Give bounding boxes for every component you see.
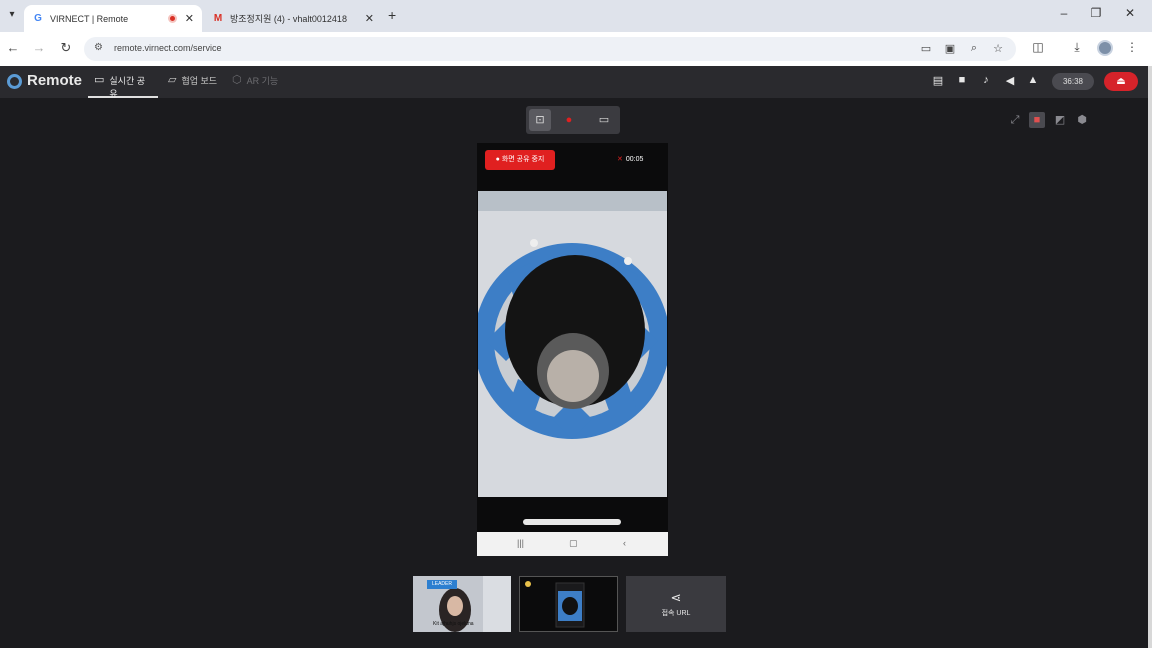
shared-screen-thumbnail[interactable] [519,576,618,632]
layers-icon[interactable]: ◩ [1052,112,1068,128]
minimize-button[interactable]: – [1054,6,1074,20]
tab-label: 실시간 공유 [109,76,146,99]
reload-icon[interactable]: ↻ [57,40,75,56]
close-window-button[interactable]: ✕ [1120,6,1140,20]
app-logo-text: Remote [27,72,83,89]
logo-icon [7,74,22,89]
phone-nav-bar: ||| ▢ ‹ [477,532,668,556]
stream-timer: ✕ 00:05 [617,155,643,163]
notification-bell-icon[interactable]: ▲ [1026,74,1040,86]
elapsed-text: 00:05 [625,156,644,163]
close-tab-icon[interactable]: ✕ [365,12,374,25]
board-icon: ▱ [168,74,177,86]
tab-title: 방조정지원 (4) - vhalt0012418 [230,14,347,24]
profile-avatar[interactable] [1097,40,1113,56]
shared-screen-preview [520,577,617,631]
back-icon[interactable]: ← [4,40,22,55]
google-icon: G [34,12,42,24]
browser-toolbar: ← → ↻ ⚙ remote.virnect.com/service ▭ ▣ ⌕… [0,32,1152,66]
screen-share-icon: ▭ [94,74,105,86]
browser-chrome: ▾ G VIRNECT | Remote ✕ M 방조정지원 (4) - vha… [0,0,1152,66]
tab-title: VIRNECT | Remote [50,13,129,24]
settings-icon[interactable]: ⬢ [1074,112,1090,128]
close-icon: ✕ [617,156,623,163]
tab-label: 협업 보드 [181,76,218,86]
camera-icon[interactable]: ▭ [918,42,934,55]
close-tab-icon[interactable]: ✕ [185,12,194,25]
camera-feed[interactable] [478,191,667,497]
forward-icon[interactable]: → [30,40,48,55]
restore-button[interactable]: ❐ [1086,6,1106,20]
new-tab-button[interactable]: + [388,7,396,23]
tab-gmail[interactable]: M 방조정지원 (4) - vhalt0012418 ✕ [204,5,382,32]
extensions-icon[interactable]: ◫ [1029,40,1047,54]
tab-search-icon[interactable]: ▾ [4,6,20,24]
address-bar[interactable]: ⚙ remote.virnect.com/service ▭ ▣ ⌕ ☆ [84,37,1016,61]
ar-icon: ⬡ [232,74,242,86]
share-icon: ⋖ [670,590,682,605]
capture-icon[interactable]: ▤ [931,74,945,87]
window-edge [1148,66,1152,648]
share-url-button[interactable]: ⋖ 접속 URL [626,576,726,632]
participant-thumbnail[interactable]: LEADER Kit ajhuhjs ojeluna [413,576,511,632]
fullscreen-icon[interactable]: ⤢ [1007,112,1023,128]
more-menu-icon[interactable]: ⋮ [1123,40,1141,54]
zoom-icon[interactable]: ⌕ [966,42,982,55]
view-mode-toggle: ⊡ ● ▭ [526,106,620,134]
pin-icon[interactable]: ● [558,109,580,131]
camera-image [478,191,667,497]
tab-ar-feature[interactable]: ⬡ AR 기능 [232,74,278,98]
participant-name: Kit ajhuhjs ojeluna [433,621,474,627]
record-icon[interactable]: ■ [1029,112,1045,128]
phone-home-indicator [523,519,621,525]
bookmark-star-icon[interactable]: ☆ [990,42,1006,55]
video-camera-icon[interactable]: ■ [955,74,969,86]
shared-stream: ● 화면 공유 중지 ✕ 00:05 ||| ▢ ‹ [477,143,668,556]
site-info-icon[interactable]: ⚙ [94,42,103,53]
recent-apps-icon: ||| [517,538,525,548]
tab-label: AR 기능 [246,76,279,86]
gmail-icon: M [213,12,223,24]
back-icon: ‹ [623,538,626,548]
recording-indicator-icon [167,14,177,23]
share-url-label: 접속 URL [661,610,691,617]
tab-collab-board[interactable]: ▱ 협업 보드 [168,74,217,98]
participant-tag: LEADER [427,580,457,589]
end-call-button[interactable]: ⏏ [1104,72,1138,91]
screen-cast-icon[interactable]: ▣ [942,42,958,55]
call-timer: 36:38 [1052,73,1094,90]
tab-virnect-remote[interactable]: G VIRNECT | Remote ✕ [24,5,202,32]
monitor-icon[interactable]: ▭ [593,109,615,131]
tab-realtime-share[interactable]: ▭ 실시간 공유 [88,74,158,99]
tab-strip: ▾ G VIRNECT | Remote ✕ M 방조정지원 (4) - vha… [0,0,1152,32]
exit-icon: ⏏ [1116,76,1126,87]
speaker-icon[interactable]: ◀ [1003,74,1017,87]
download-icon[interactable]: ⤓ [1068,40,1086,55]
mic-off-icon[interactable]: ♪ [979,74,993,86]
stop-share-button[interactable]: ● 화면 공유 중지 [485,150,555,170]
pointer-mode-icon[interactable]: ⊡ [529,109,551,131]
home-icon: ▢ [569,538,578,548]
url-text: remote.virnect.com/service [114,43,222,53]
